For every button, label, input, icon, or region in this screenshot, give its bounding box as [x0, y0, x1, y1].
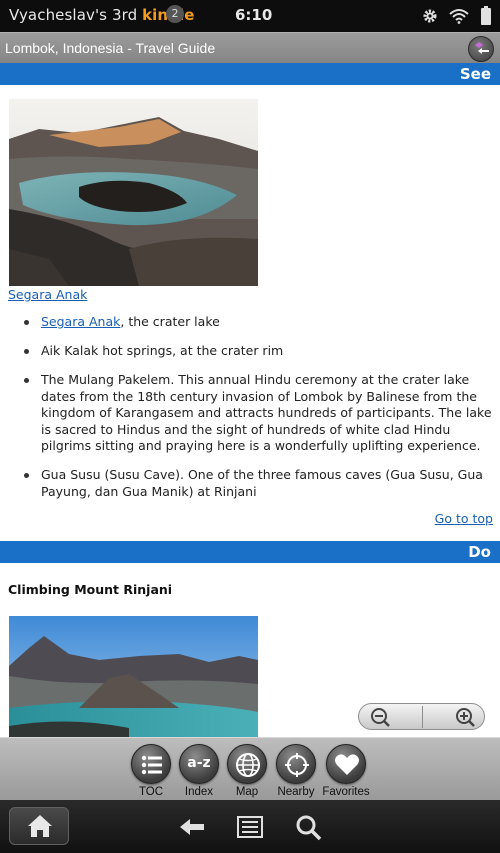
menu-icon[interactable]: [235, 813, 265, 841]
list-item: The Mulang Pakelem. This annual Hindu ce…: [20, 372, 492, 455]
go-to-top-link[interactable]: Go to top: [435, 511, 493, 526]
segara-anak-photo[interactable]: [9, 99, 258, 286]
list-item-text: Gua Susu (Susu Cave). One of the three f…: [41, 467, 483, 499]
list-item-text: , the crater lake: [120, 314, 220, 329]
bottom-toolbar: TOC a-z Index Map Nearby Favorites: [0, 737, 500, 800]
nearby-label: Nearby: [277, 786, 315, 798]
rinjani-photo[interactable]: [9, 616, 258, 737]
back-button[interactable]: [468, 36, 494, 62]
heart-icon: [335, 754, 359, 775]
climbing-rinjani-heading: Climbing Mount Rinjani: [8, 582, 173, 597]
gear-icon[interactable]: [422, 8, 438, 24]
segara-anak-link[interactable]: Segara Anak: [41, 314, 120, 329]
section-header-see[interactable]: See: [0, 63, 500, 85]
see-list: Segara Anak, the crater lake Aik Kalak h…: [20, 314, 492, 513]
title-bar: Lombok, Indonesia - Travel Guide: [0, 32, 500, 63]
zoom-in-icon: [456, 708, 475, 727]
notification-badge[interactable]: 2: [166, 5, 184, 23]
list-item-text: The Mulang Pakelem. This annual Hindu ce…: [41, 372, 492, 453]
globe-icon: [236, 753, 260, 777]
list-item: Gua Susu (Susu Cave). One of the three f…: [20, 467, 492, 500]
status-icons: [422, 5, 492, 27]
zoom-in-button[interactable]: [426, 706, 480, 728]
section-header-do[interactable]: Do: [0, 541, 500, 563]
zoom-out-icon: [371, 708, 390, 727]
mount-rinjani-image: [9, 616, 258, 737]
zoom-out-button[interactable]: [363, 706, 417, 728]
favorites-button[interactable]: [326, 744, 366, 784]
favorites-label: Favorites: [322, 786, 370, 798]
list-item: Aik Kalak hot springs, at the crater rim: [20, 343, 492, 360]
crosshair-icon: [285, 753, 309, 777]
toolbar-map[interactable]: Map: [219, 741, 275, 799]
map-label: Map: [235, 786, 259, 798]
back-icon[interactable]: [177, 813, 207, 841]
wifi-icon: [449, 9, 469, 24]
segara-anak-caption-link[interactable]: Segara Anak: [8, 287, 87, 302]
back-arrow-icon: [475, 42, 489, 54]
nearby-button[interactable]: [276, 744, 316, 784]
status-bar: Vyacheslav's 3rd kindle 2 6:10: [0, 0, 500, 32]
crater-lake-image: [9, 99, 258, 286]
toolbar-nearby[interactable]: Nearby: [268, 741, 324, 799]
system-nav-bar: [0, 800, 500, 853]
battery-icon: [481, 6, 491, 25]
page-title: Lombok, Indonesia - Travel Guide: [5, 40, 216, 56]
list-icon: [141, 755, 162, 775]
list-item-text: Aik Kalak hot springs, at the crater rim: [41, 343, 284, 358]
home-icon: [28, 815, 52, 837]
clock: 6:10: [235, 6, 273, 24]
toc-button[interactable]: [131, 744, 171, 784]
guide-content[interactable]: See Segara Anak Segara Anak, the crater …: [0, 63, 500, 737]
zoom-divider: [422, 706, 423, 728]
toolbar-favorites[interactable]: Favorites: [318, 741, 374, 799]
device-owner: Vyacheslav's 3rd: [9, 6, 143, 24]
az-icon: a-z: [187, 755, 211, 771]
home-button[interactable]: [9, 807, 69, 845]
zoom-control: [358, 703, 485, 730]
map-button[interactable]: [227, 744, 267, 784]
list-item: Segara Anak, the crater lake: [20, 314, 492, 331]
index-button[interactable]: a-z: [179, 744, 219, 784]
search-icon[interactable]: [294, 813, 324, 841]
